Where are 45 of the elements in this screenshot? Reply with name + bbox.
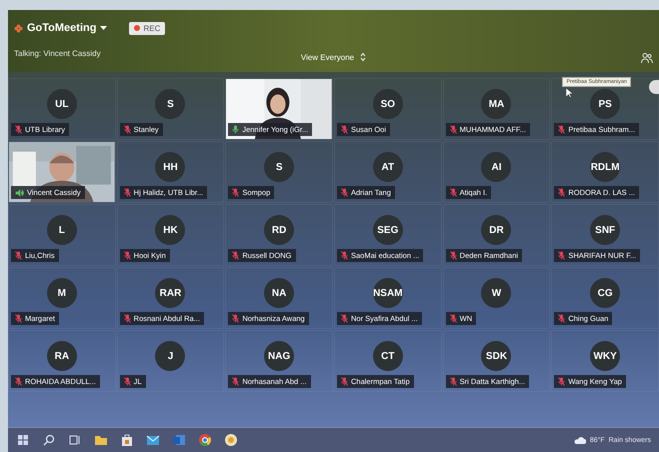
avatar-initials: HH (155, 152, 186, 182)
chrome-icon[interactable] (198, 433, 212, 447)
flower-icon (14, 24, 23, 32)
avatar-initials: NA (264, 278, 294, 308)
avatar-initials: NSAM (372, 278, 403, 308)
avatar-initials: J (155, 341, 186, 371)
avatar-initials: SNF (590, 215, 620, 245)
avatar-initials: SDK (481, 341, 512, 371)
avatar-initials: SO (372, 89, 403, 119)
avatar-initials: SEG (372, 215, 403, 245)
view-selector[interactable]: View Everyone (300, 52, 366, 64)
windows-icon[interactable] (16, 433, 30, 447)
folder-icon[interactable] (94, 433, 108, 447)
avatar-initials: UL (46, 89, 77, 119)
avatar-initials: DR (481, 215, 512, 245)
talking-status: Talking: Vincent Cassidy (14, 48, 102, 58)
avatar-initials: CG (590, 278, 620, 308)
avatar-initials: S (264, 152, 294, 182)
avatar-initials: HK (155, 215, 186, 245)
avatar-initials: L (46, 215, 77, 245)
avatar-initials: RAR (155, 278, 186, 308)
avatar-initials: RA (46, 341, 77, 371)
avatar-initials: NAG (264, 341, 294, 371)
cursor-icon (566, 88, 573, 98)
task-view-icon[interactable] (68, 433, 82, 447)
avatar-initials: CT (372, 341, 403, 371)
avatar-initials: S (155, 89, 186, 119)
mail-icon[interactable] (146, 433, 160, 447)
rec-badge: REC (129, 22, 166, 34)
avatar-initials: PS (590, 89, 620, 119)
avatar-initials: RDLM (590, 152, 620, 182)
people-icon[interactable] (641, 52, 653, 64)
updown-icon (360, 52, 366, 62)
app-menu[interactable]: GoToMeeting (14, 22, 108, 34)
cloud-icon (574, 436, 586, 444)
avatar-initials: M (46, 278, 77, 308)
avatar-initials: MA (481, 89, 512, 119)
avatar-initials: AT (372, 152, 403, 182)
avatar-initials: RD (264, 215, 294, 245)
avatar-initials: AI (481, 152, 512, 182)
avatar-initials: W (481, 278, 512, 308)
bag-icon[interactable] (120, 433, 134, 447)
caret-icon (100, 26, 108, 30)
avatar-initials: WKY (590, 341, 620, 371)
search-icon[interactable] (42, 433, 56, 447)
